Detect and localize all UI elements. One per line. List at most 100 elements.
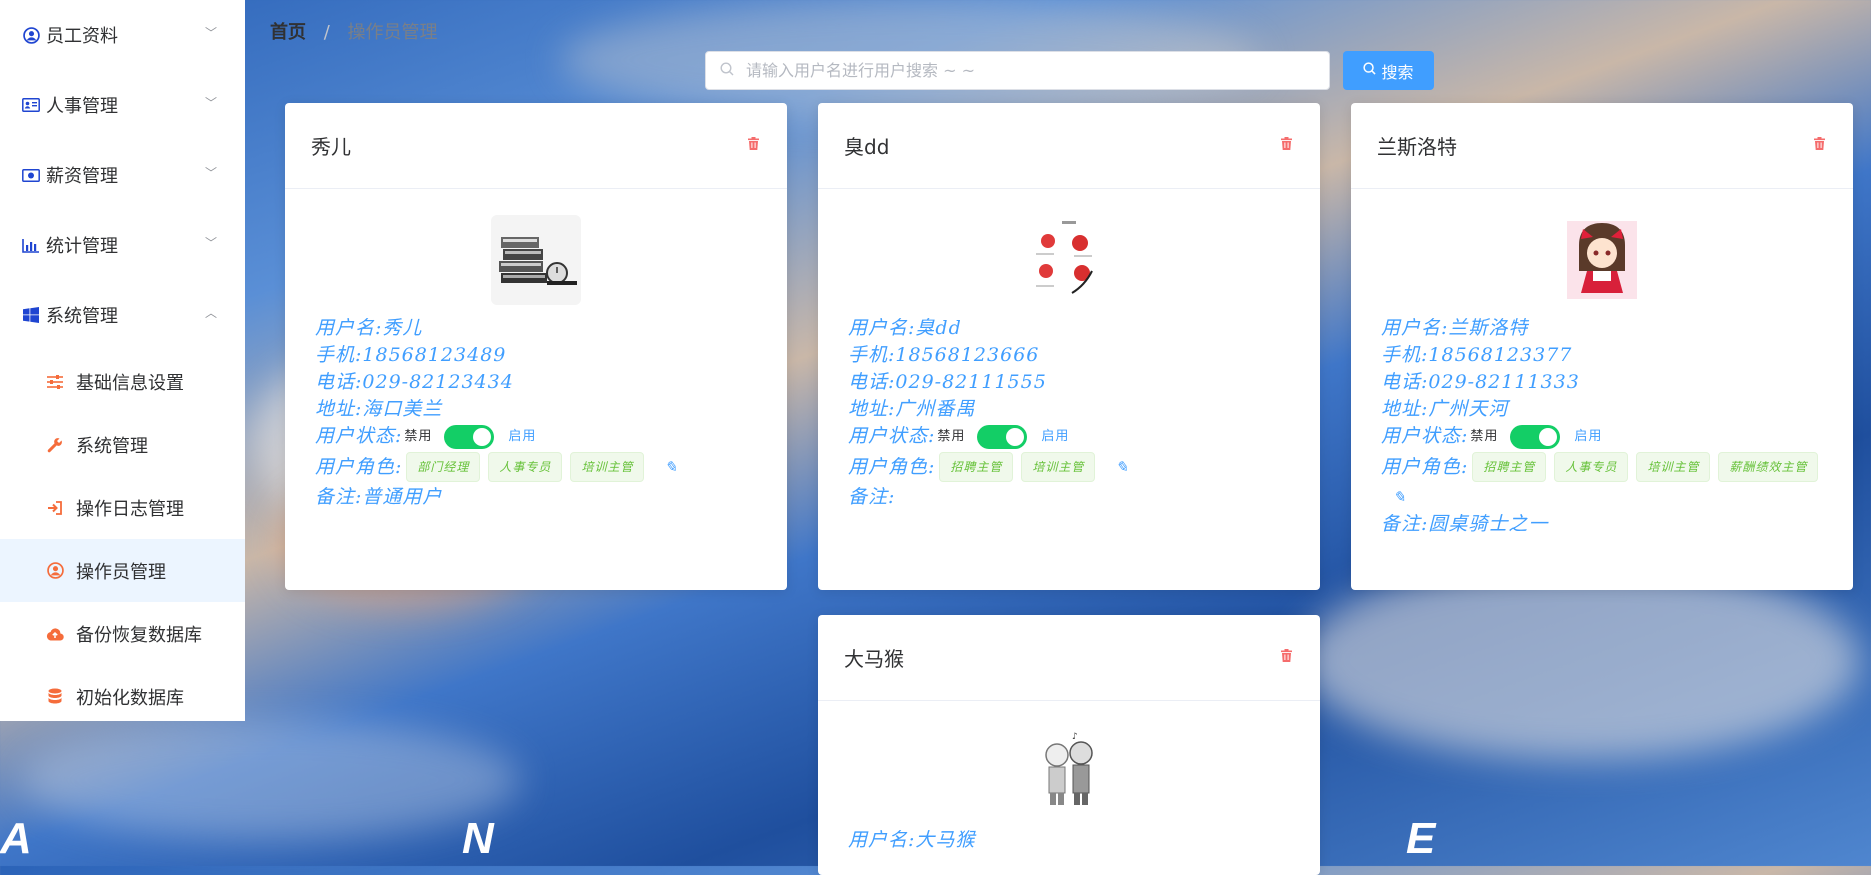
card-info: 用户名:秀儿 手机:18568123489 电话:029-82123434 地址… — [285, 303, 787, 511]
bar-chart-icon — [20, 236, 42, 254]
submenu-init-db[interactable]: 初始化数据库 — [0, 665, 245, 728]
status-disabled-text: 禁用 — [1470, 429, 1499, 444]
roles-row: 用户角色: 部门经理 人事专员 培训主管 ✎ — [315, 450, 787, 484]
remark-value: 普通用户 — [362, 486, 443, 508]
card-info: 用户名:臭dd 手机:18568123666 电话:029-82111555 地… — [818, 303, 1320, 511]
tel-value: 029-82111555 — [895, 371, 1047, 393]
card-title: 大马猴 — [844, 647, 904, 671]
search-input[interactable] — [744, 60, 1329, 81]
card-header: 大马猴 — [818, 615, 1320, 701]
breadcrumb-home[interactable]: 首页 — [270, 22, 306, 43]
decor-letter: E — [1406, 814, 1436, 863]
tel-value: 029-82123434 — [362, 371, 514, 393]
switch-knob — [473, 427, 492, 446]
remark-row: 备注:圆桌骑士之一 — [1381, 511, 1853, 538]
edit-icon[interactable]: ✎ — [1115, 454, 1129, 481]
role-tag: 招聘主管 — [1472, 452, 1547, 482]
submenu-label: 初始化数据库 — [76, 687, 184, 709]
operator-card: 秀儿 用户名:秀儿 手机:18568123489 电话:029-82123434… — [285, 103, 787, 590]
avatar — [1024, 215, 1114, 305]
phone-row: 手机:18568123377 — [1381, 342, 1853, 369]
sign-in-icon — [44, 500, 66, 516]
delete-icon[interactable] — [1281, 649, 1292, 662]
tel-label: 电话: — [848, 371, 896, 393]
status-switch[interactable] — [1510, 424, 1561, 449]
card-title: 兰斯洛特 — [1377, 135, 1457, 159]
remark-row: 备注: — [848, 484, 1320, 511]
switch-knob — [1006, 427, 1025, 446]
user-circle-icon — [44, 562, 66, 579]
avatar-wrap — [285, 189, 787, 305]
submenu-operation-log[interactable]: 操作日志管理 — [0, 476, 245, 539]
menu-label: 薪资管理 — [46, 166, 118, 187]
sidebar: 员工资料 ﹀ 人事管理 ﹀ 薪资管理 ﹀ 统计管理 ﹀ 系统管理 ︿ 基础信息设… — [0, 0, 245, 721]
status-disabled-text: 禁用 — [937, 429, 966, 444]
phone-label: 手机: — [315, 344, 363, 366]
tel-row: 电话:029-82111333 — [1381, 369, 1853, 396]
menu-personnel[interactable]: 人事管理 ﹀ — [0, 70, 245, 140]
username-value: 大马猴 — [915, 829, 976, 851]
menu-salary[interactable]: 薪资管理 ﹀ — [0, 140, 245, 210]
submenu-system[interactable]: 系统管理 — [0, 413, 245, 476]
card-info: 用户名:大马猴 — [818, 815, 1320, 854]
phone-label: 手机: — [1381, 344, 1429, 366]
chevron-down-icon: ﹀ — [204, 166, 217, 180]
background-cloud — [1300, 560, 1860, 760]
chevron-up-icon: ︿ — [204, 306, 217, 320]
status-disabled-text: 禁用 — [404, 429, 433, 444]
edit-icon[interactable]: ✎ — [1393, 484, 1407, 511]
menu-system[interactable]: 系统管理 ︿ — [0, 280, 245, 350]
username-value: 兰斯洛特 — [1448, 317, 1529, 339]
windows-icon — [20, 306, 42, 324]
address-label: 地址: — [315, 398, 363, 420]
menu-label: 统计管理 — [46, 236, 118, 257]
status-row: 用户状态: 禁用 启用 — [848, 423, 1320, 450]
remark-row: 备注:普通用户 — [315, 484, 787, 511]
menu-label: 人事管理 — [46, 96, 118, 117]
username-label: 用户名: — [1381, 317, 1449, 339]
tel-value: 029-82111333 — [1428, 371, 1580, 393]
status-label: 用户状态: — [848, 425, 936, 447]
avatar-wrap: ♪ — [818, 701, 1320, 817]
phone-value: 18568123666 — [895, 344, 1040, 366]
search-button[interactable]: 搜索 — [1343, 51, 1434, 90]
remark-label: 备注: — [315, 486, 363, 508]
card-header: 兰斯洛特 — [1351, 103, 1853, 189]
username-value: 臭dd — [915, 317, 962, 339]
edit-icon[interactable]: ✎ — [664, 454, 678, 481]
delete-icon[interactable] — [1814, 137, 1825, 150]
switch-knob — [1539, 427, 1558, 446]
status-switch[interactable] — [977, 424, 1028, 449]
submenu-operator[interactable]: 操作员管理 — [0, 539, 245, 602]
phone-label: 手机: — [848, 344, 896, 366]
status-enabled-text: 启用 — [1574, 429, 1603, 444]
delete-icon[interactable] — [1281, 137, 1292, 150]
address-row: 地址:广州番禺 — [848, 396, 1320, 423]
status-label: 用户状态: — [315, 425, 403, 447]
tel-row: 电话:029-82111555 — [848, 369, 1320, 396]
background-cloud — [20, 720, 520, 840]
sliders-icon — [44, 374, 66, 389]
card-header: 秀儿 — [285, 103, 787, 189]
roles-label: 用户角色: — [315, 455, 403, 478]
menu-employee-info[interactable]: 员工资料 ﹀ — [0, 0, 245, 70]
chevron-down-icon: ﹀ — [204, 236, 217, 250]
menu-statistics[interactable]: 统计管理 ﹀ — [0, 210, 245, 280]
address-value: 广州天河 — [1428, 398, 1509, 420]
breadcrumb-separator: / — [323, 22, 330, 43]
database-icon — [44, 688, 66, 705]
address-label: 地址: — [1381, 398, 1429, 420]
breadcrumb: 首页 / 操作员管理 — [270, 18, 438, 44]
remark-label: 备注: — [1381, 513, 1429, 535]
username-row: 用户名:大马猴 — [848, 827, 1320, 854]
username-label: 用户名: — [315, 317, 383, 339]
status-switch[interactable] — [444, 424, 495, 449]
address-value: 广州番禺 — [895, 398, 976, 420]
submenu-backup[interactable]: 备份恢复数据库 — [0, 602, 245, 665]
submenu-basic-info[interactable]: 基础信息设置 — [0, 350, 245, 413]
chevron-down-icon: ﹀ — [204, 26, 217, 40]
delete-icon[interactable] — [748, 137, 759, 150]
username-row: 用户名:秀儿 — [315, 315, 787, 342]
decor-letter: N — [462, 814, 494, 863]
role-tag: 部门经理 — [406, 452, 481, 482]
